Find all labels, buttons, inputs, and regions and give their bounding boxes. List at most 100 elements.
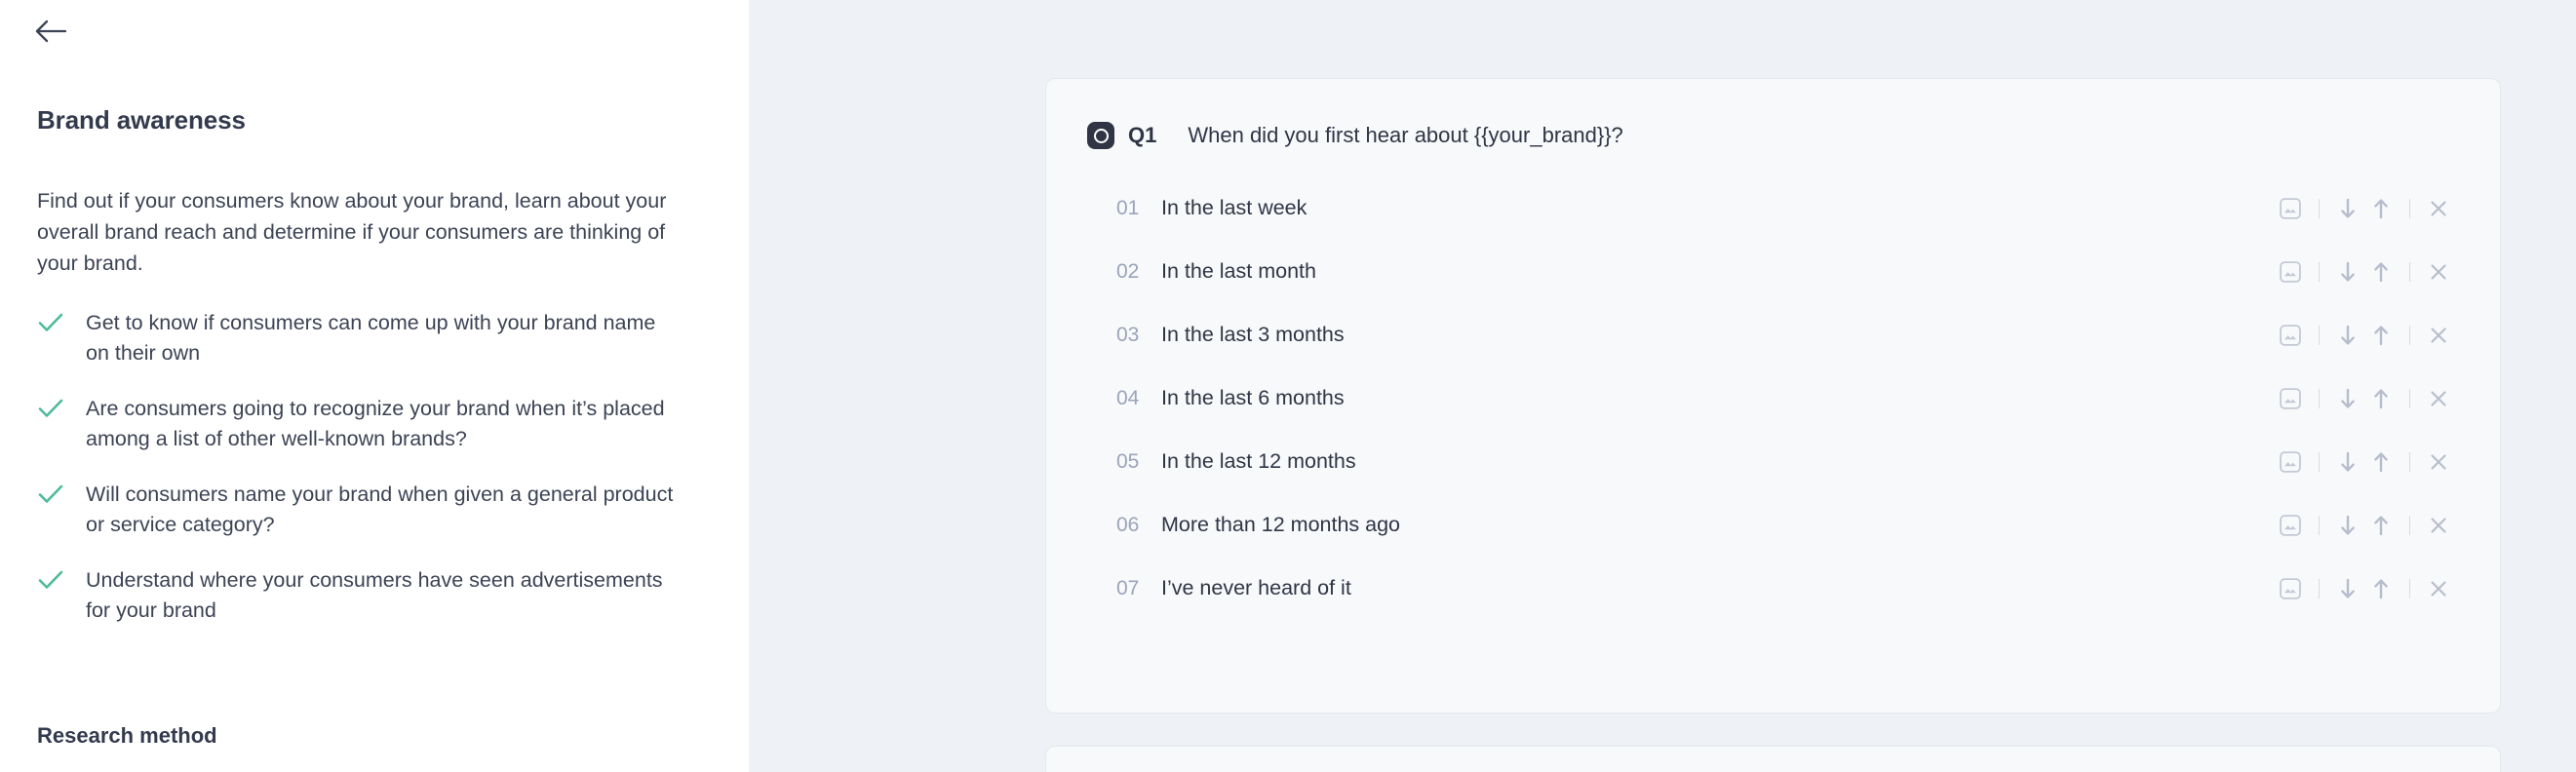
question-number: Q1	[1128, 123, 1157, 147]
single-choice-icon	[1087, 122, 1114, 149]
list-item: Will consumers name your brand when give…	[37, 480, 720, 540]
option-label[interactable]: In the last 6 months	[1161, 386, 2274, 410]
arrow-down-icon	[2339, 388, 2357, 409]
list-item: Understand where your consumers have see…	[37, 565, 720, 626]
remove-option-button[interactable]	[2422, 445, 2455, 479]
option-label[interactable]: More than 12 months ago	[1161, 513, 2274, 537]
close-icon	[2429, 579, 2448, 598]
list-item: Are consumers going to recognize your br…	[37, 394, 720, 454]
image-icon	[2280, 197, 2301, 219]
table-row[interactable]: 04 In the last 6 months	[1046, 367, 2500, 430]
close-icon	[2429, 452, 2448, 472]
option-number: 07	[1116, 576, 1140, 599]
arrow-down-icon	[2339, 515, 2357, 536]
row-actions	[2274, 319, 2455, 352]
arrow-down-icon	[2339, 261, 2357, 283]
divider	[2319, 388, 2320, 408]
image-icon	[2280, 450, 2301, 473]
arrow-up-icon	[2372, 451, 2390, 473]
option-number: 06	[1116, 513, 1140, 536]
question-header: Q1 When did you first hear about {{your_…	[1046, 100, 2500, 171]
close-icon	[2429, 199, 2448, 218]
back-button[interactable]	[21, 8, 80, 55]
answer-option-list: 01 In the last week 02 In the last month…	[1046, 176, 2500, 620]
question-card-q1: Q1 When did you first hear about {{your_…	[1045, 78, 2501, 714]
close-icon	[2429, 326, 2448, 345]
move-up-button[interactable]	[2364, 572, 2398, 605]
add-image-button[interactable]	[2274, 509, 2307, 542]
divider	[2409, 325, 2410, 345]
move-up-button[interactable]	[2364, 382, 2398, 415]
move-down-button[interactable]	[2331, 255, 2364, 289]
option-label[interactable]: In the last week	[1161, 196, 2274, 220]
add-image-button[interactable]	[2274, 382, 2307, 415]
option-number: 05	[1116, 449, 1140, 473]
row-actions	[2274, 382, 2455, 415]
divider	[2319, 578, 2320, 598]
divider	[2409, 578, 2410, 598]
divider	[2409, 261, 2410, 282]
image-icon	[2280, 260, 2301, 283]
arrow-up-icon	[2372, 515, 2390, 536]
move-up-button[interactable]	[2364, 445, 2398, 479]
divider	[2319, 198, 2320, 218]
add-image-button[interactable]	[2274, 192, 2307, 225]
remove-option-button[interactable]	[2422, 192, 2455, 225]
remove-option-button[interactable]	[2422, 255, 2455, 289]
arrow-up-icon	[2372, 388, 2390, 409]
move-down-button[interactable]	[2331, 572, 2364, 605]
arrow-up-icon	[2372, 198, 2390, 219]
add-image-button[interactable]	[2274, 572, 2307, 605]
move-up-button[interactable]	[2364, 319, 2398, 352]
table-row[interactable]: 05 In the last 12 months	[1046, 430, 2500, 493]
question-text[interactable]: When did you first hear about {{your_bra…	[1188, 123, 1622, 148]
row-actions	[2274, 445, 2455, 479]
remove-option-button[interactable]	[2422, 382, 2455, 415]
row-actions	[2274, 192, 2455, 225]
table-row[interactable]: 01 In the last week	[1046, 176, 2500, 240]
divider	[2409, 515, 2410, 535]
image-icon	[2280, 514, 2301, 536]
option-number: 03	[1116, 323, 1140, 346]
option-label[interactable]: In the last 3 months	[1161, 323, 2274, 347]
move-down-button[interactable]	[2331, 509, 2364, 542]
option-label[interactable]: In the last 12 months	[1161, 449, 2274, 474]
add-image-button[interactable]	[2274, 445, 2307, 479]
list-item: Get to know if consumers can come up wit…	[37, 308, 720, 368]
remove-option-button[interactable]	[2422, 572, 2455, 605]
table-row[interactable]: 03 In the last 3 months	[1046, 303, 2500, 367]
divider	[2409, 198, 2410, 218]
check-icon	[37, 394, 64, 423]
move-down-button[interactable]	[2331, 445, 2364, 479]
question-card-next[interactable]	[1045, 746, 2501, 772]
table-row[interactable]: 02 In the last month	[1046, 240, 2500, 303]
arrow-left-icon	[34, 19, 67, 44]
add-image-button[interactable]	[2274, 319, 2307, 352]
option-number: 04	[1116, 386, 1140, 409]
divider	[2409, 388, 2410, 408]
move-down-button[interactable]	[2331, 382, 2364, 415]
move-up-button[interactable]	[2364, 509, 2398, 542]
divider	[2409, 451, 2410, 472]
move-down-button[interactable]	[2331, 192, 2364, 225]
arrow-up-icon	[2372, 578, 2390, 599]
move-up-button[interactable]	[2364, 192, 2398, 225]
divider	[2319, 261, 2320, 282]
table-row[interactable]: 07 I’ve never heard of it	[1046, 557, 2500, 620]
row-actions	[2274, 572, 2455, 605]
move-up-button[interactable]	[2364, 255, 2398, 289]
app-root: Brand awareness Find out if your consume…	[0, 0, 2576, 772]
check-icon	[37, 308, 64, 337]
remove-option-button[interactable]	[2422, 509, 2455, 542]
option-label[interactable]: In the last month	[1161, 259, 2274, 284]
list-item-label: Are consumers going to recognize your br…	[86, 397, 665, 450]
add-image-button[interactable]	[2274, 255, 2307, 289]
table-row[interactable]: 06 More than 12 months ago	[1046, 493, 2500, 557]
move-down-button[interactable]	[2331, 319, 2364, 352]
divider	[2319, 451, 2320, 472]
arrow-down-icon	[2339, 325, 2357, 346]
research-method-heading: Research method	[37, 723, 217, 748]
list-item-label: Understand where your consumers have see…	[86, 568, 663, 622]
remove-option-button[interactable]	[2422, 319, 2455, 352]
option-label[interactable]: I’ve never heard of it	[1161, 576, 2274, 600]
